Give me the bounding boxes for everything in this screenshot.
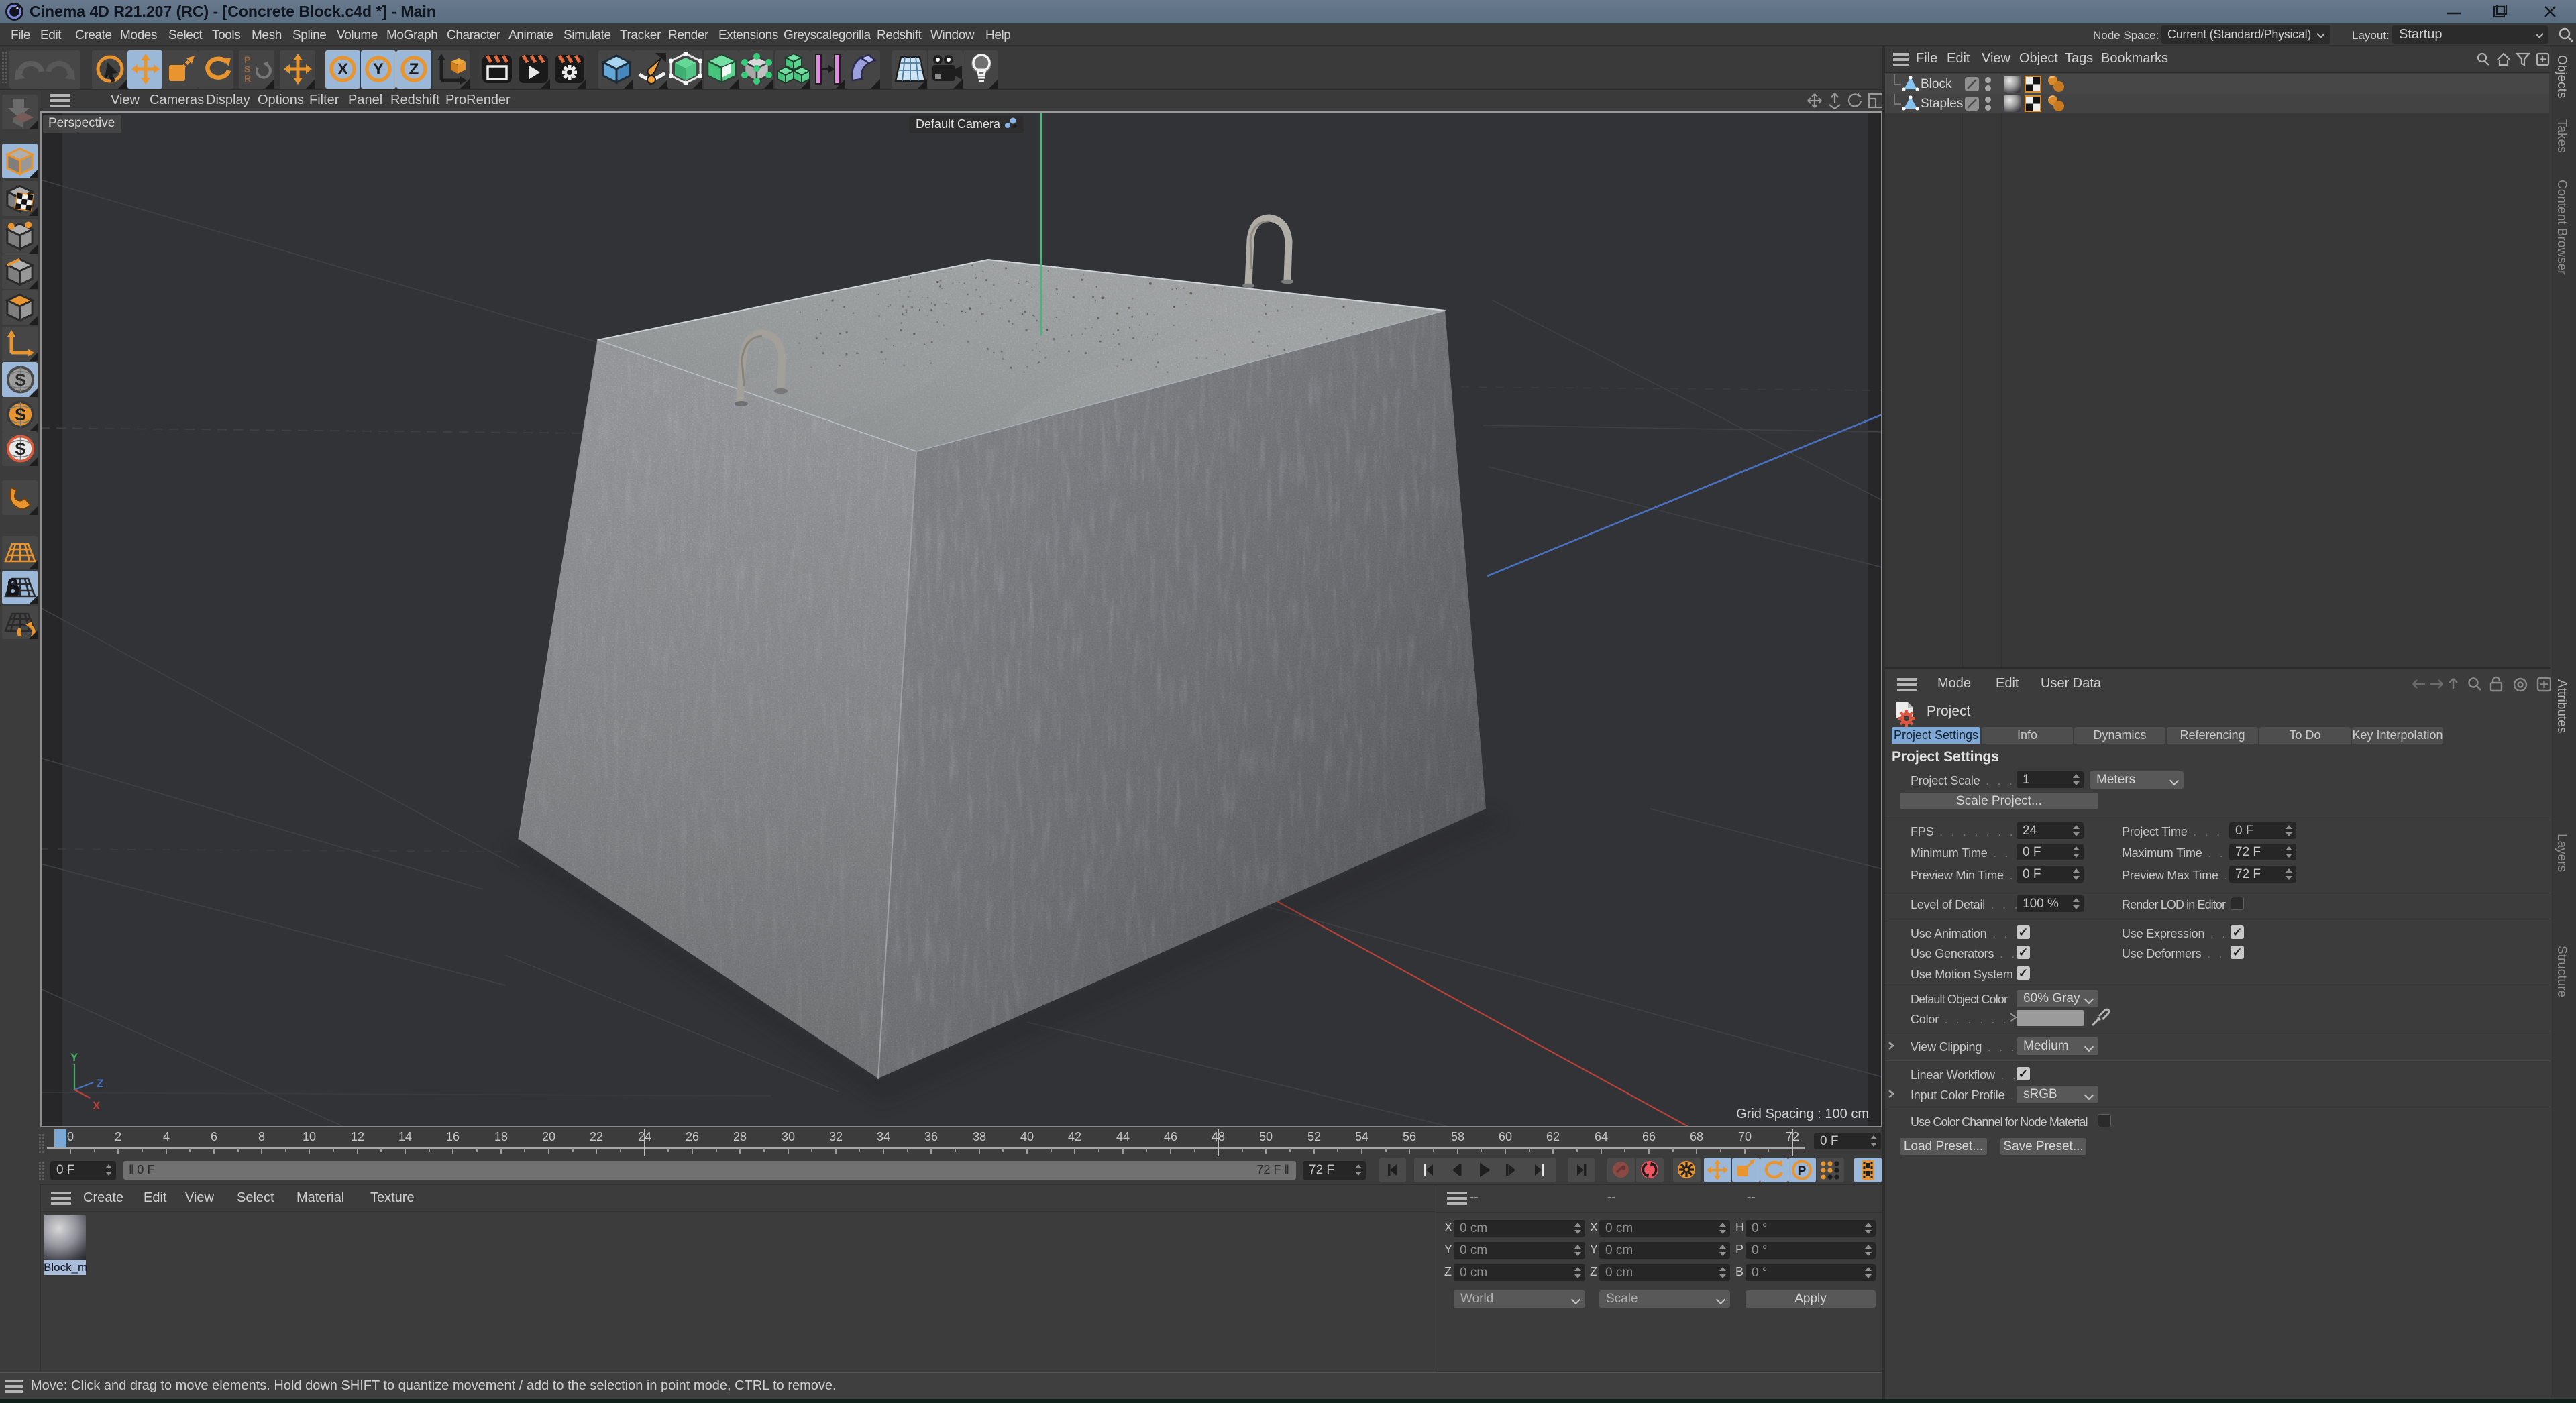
svg-text:Z: Z (409, 60, 419, 78)
svg-text:Z: Z (97, 1077, 103, 1090)
svg-text:S: S (15, 440, 26, 459)
svg-text:X: X (93, 1099, 101, 1112)
svg-text:Y: Y (70, 1051, 78, 1064)
svg-text:S: S (15, 406, 26, 425)
svg-text:R: R (244, 73, 251, 84)
svg-text:P: P (1798, 1164, 1807, 1178)
svg-text:Y: Y (373, 60, 384, 78)
svg-text:S: S (15, 371, 26, 390)
svg-text:X: X (337, 60, 348, 78)
